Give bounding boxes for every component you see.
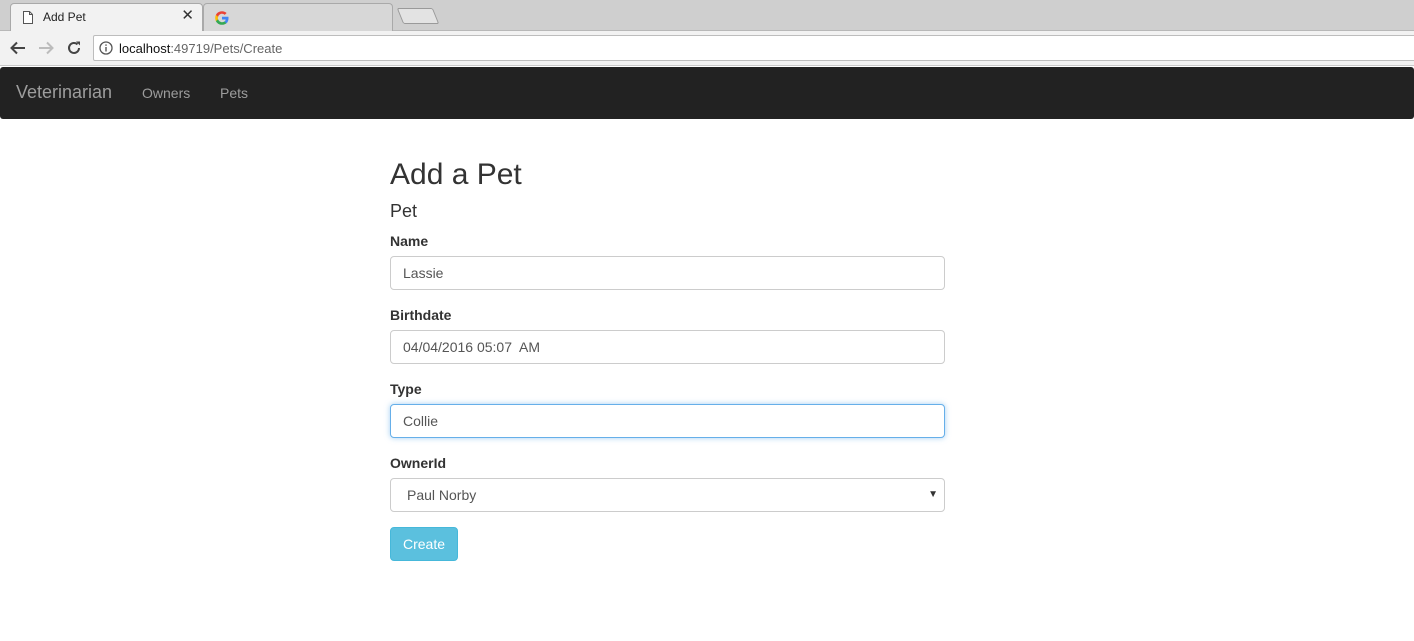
app-navbar: Veterinarian Owners Pets [0, 67, 1414, 119]
owner-value: Paul Norby [407, 487, 477, 503]
type-label: Type [390, 381, 422, 397]
url-path: :49719/Pets/Create [170, 41, 283, 56]
birthdate-label: Birthdate [390, 307, 452, 323]
birthdate-input[interactable]: 04/04/2016 05:07 AM [390, 330, 945, 364]
forward-button[interactable] [36, 39, 56, 57]
url-host: localhost [119, 41, 171, 56]
back-button[interactable] [8, 39, 28, 57]
nav-link-pets[interactable]: Pets [220, 85, 248, 101]
new-tab-button[interactable] [396, 8, 440, 24]
owner-select[interactable]: Paul Norby ▼ [390, 478, 945, 512]
chevron-down-icon: ▼ [928, 489, 938, 500]
create-button[interactable]: Create [390, 527, 458, 561]
browser-tab-strip: Add Pet ✕ [0, 0, 1414, 31]
type-value: Collie [403, 413, 439, 429]
info-icon[interactable] [99, 41, 113, 55]
reload-icon [68, 41, 80, 54]
reload-button[interactable] [64, 39, 84, 57]
tab-title: Add Pet [43, 10, 86, 24]
back-arrow-icon [10, 41, 25, 55]
nav-link-owners[interactable]: Owners [142, 85, 190, 101]
type-input[interactable]: Collie [390, 404, 945, 438]
name-label: Name [390, 233, 429, 249]
google-icon [215, 11, 229, 25]
name-input[interactable]: Lassie [390, 256, 945, 290]
browser-toolbar: localhost:49719/Pets/Create [0, 31, 1414, 66]
navbar-brand[interactable]: Veterinarian [16, 82, 112, 103]
owner-label: OwnerId [390, 455, 447, 471]
page-title: Add a Pet [390, 158, 522, 191]
tab-google[interactable] [203, 3, 393, 31]
tab-add-pet[interactable]: Add Pet ✕ [10, 3, 203, 31]
page-subtitle: Pet [390, 201, 418, 221]
page-icon [23, 11, 33, 24]
address-bar[interactable]: localhost:49719/Pets/Create [93, 35, 1414, 61]
close-tab-icon[interactable]: ✕ [181, 8, 194, 23]
birthdate-value: 04/04/2016 05:07 AM [403, 339, 540, 355]
forward-arrow-icon [39, 41, 54, 55]
name-value: Lassie [403, 265, 444, 281]
url-text: localhost:49719/Pets/Create [119, 41, 282, 56]
